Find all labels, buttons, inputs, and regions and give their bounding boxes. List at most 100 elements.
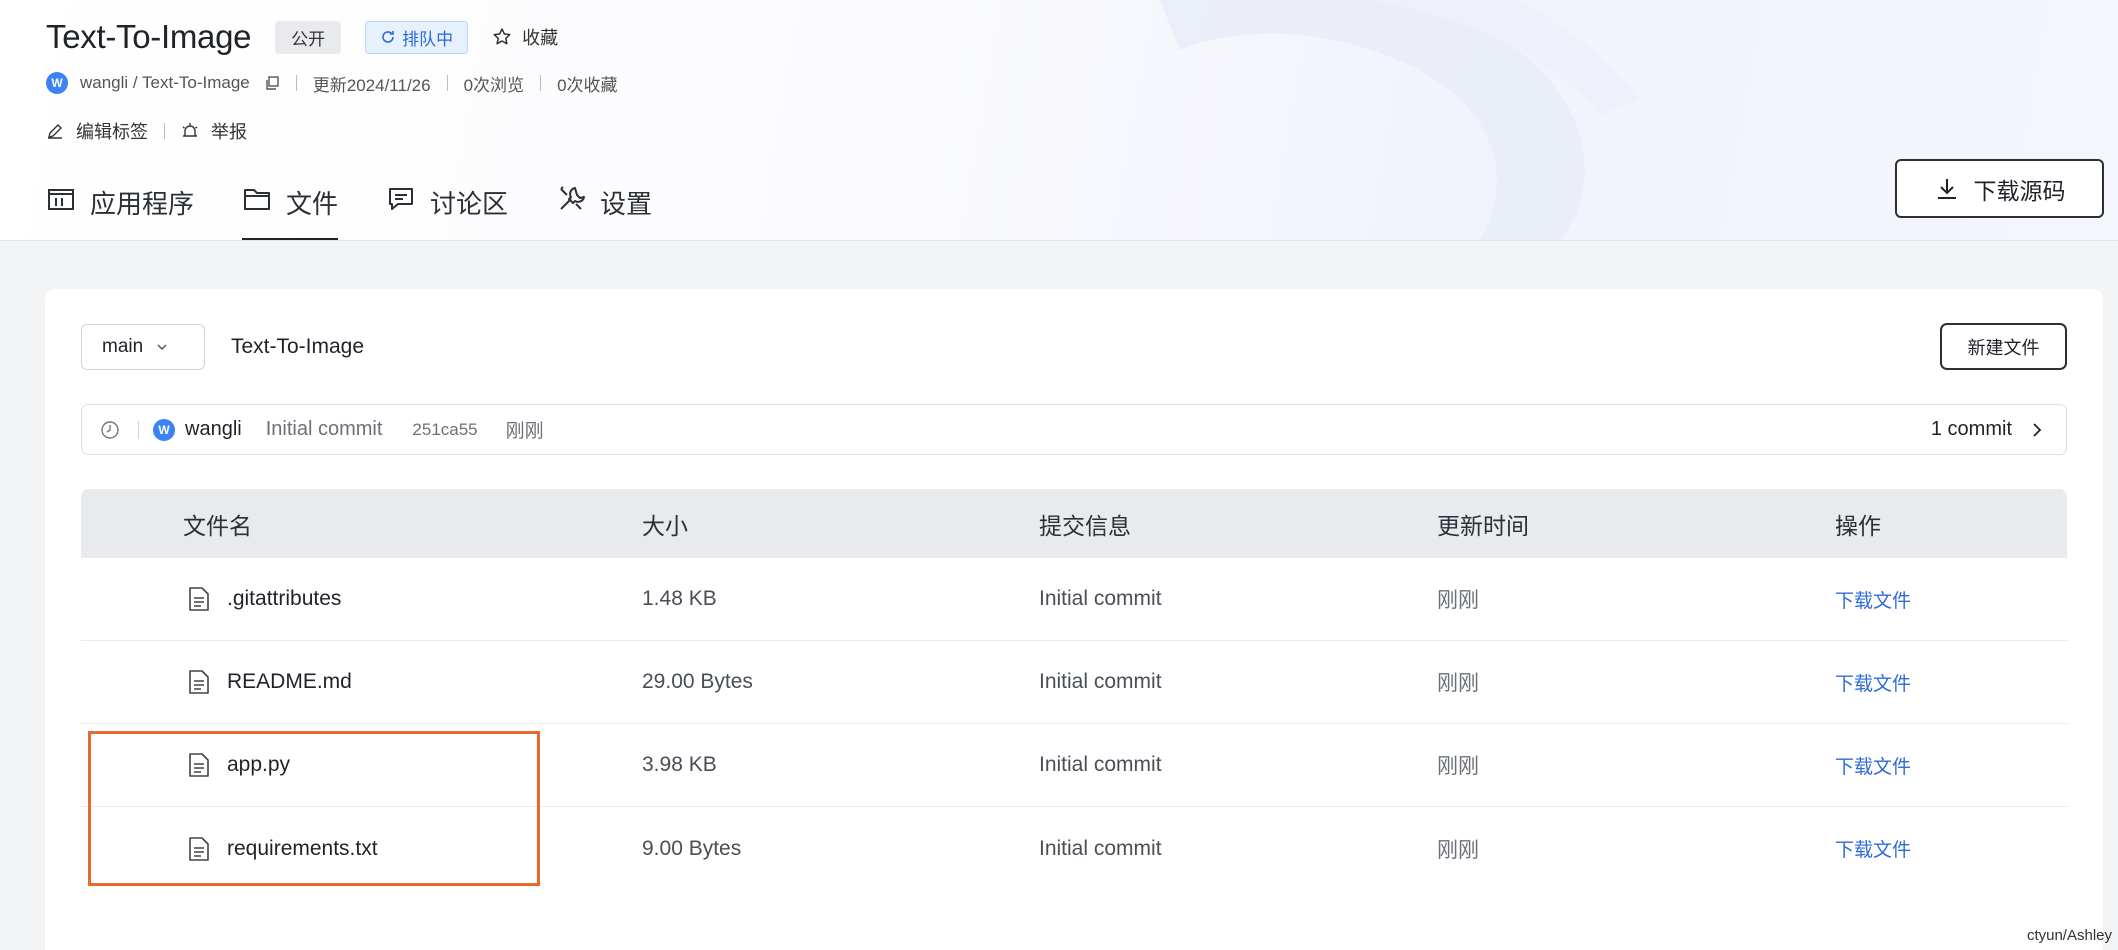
star-icon [493,28,511,45]
commit-time: 刚刚 [505,421,544,442]
file-size: 1.48 KB [642,587,717,610]
divider [446,75,448,91]
repo-tabs: 应用程序 文件 讨论区 设置 [46,182,700,240]
branch-name: main [102,336,144,357]
settings-icon [560,186,586,210]
edit-tags-button[interactable]: 编辑标签 [46,118,148,144]
column-header-message: 提交信息 [1039,512,1131,539]
download-source-label: 下载源码 [1973,177,2066,204]
commit-message: Initial commit [265,418,383,440]
breadcrumb[interactable]: Text-To-Image [231,335,364,359]
tab-files[interactable]: 文件 [242,182,339,240]
table-header: 文件名 大小 提交信息 更新时间 操作 [81,489,2067,558]
folder-icon [244,189,271,210]
latest-commit-bar: W wangli Initial commit 251ca55 刚刚 1 com… [81,404,2067,455]
file-name: app.py [227,753,291,776]
file-updated-time: 刚刚 [1437,589,1479,612]
favorite-button[interactable]: 收藏 [492,24,558,50]
commit-hash[interactable]: 251ca55 [412,420,477,440]
decorative-ribbon [1160,0,1640,240]
file-name: .gitattributes [227,587,342,610]
file-icon [189,587,209,611]
app-icon [48,189,74,210]
clock-icon [100,420,120,440]
files-panel: main Text-To-Image 新建文件 W wangli Initial… [45,289,2103,950]
tab-settings[interactable]: 设置 [556,182,653,240]
file-name-cell[interactable]: requirements.txt [81,836,642,862]
edit-icon [48,124,62,139]
file-size: 3.98 KB [642,753,717,776]
meta-row: W wangli / Text-To-Image 更新2024/11/26 0次… [46,70,618,96]
download-file-link[interactable]: 下载文件 [1835,757,1911,778]
download-file-link[interactable]: 下载文件 [1835,674,1911,695]
visibility-badge: 公开 [275,20,342,54]
divider [138,420,139,439]
chat-icon [389,188,414,210]
title-row: Text-To-Image 公开 排队中 收藏 [46,16,558,58]
view-count: 0次浏览 [463,75,525,95]
file-icon [189,836,209,861]
edit-tags-label: 编辑标签 [76,122,148,142]
file-icon [189,753,209,777]
file-commit-message: Initial commit [1039,670,1162,693]
refresh-icon [382,31,394,43]
file-commit-message: Initial commit [1039,587,1162,610]
commit-avatar: W [153,418,175,441]
favorite-label: 收藏 [522,28,559,48]
file-name: README.md [227,670,352,693]
status-badge-label: 排队中 [402,29,454,49]
commit-author[interactable]: wangli [185,418,242,441]
commit-count-link[interactable]: 1 commit [1931,418,2044,441]
tab-files-label: 文件 [286,189,339,219]
divider [540,75,542,91]
table-row: .gitattributes 1.48 KB Initial commit 刚刚… [81,558,2067,641]
branch-select[interactable]: main [81,324,205,370]
file-commit-message: Initial commit [1039,753,1162,776]
divider [295,75,297,91]
column-header-action: 操作 [1835,512,1881,539]
column-header-time: 更新时间 [1437,512,1529,539]
file-name-cell[interactable]: README.md [81,669,642,695]
chevron-down-icon [157,344,167,351]
commit-count: 1 commit [1930,418,2012,440]
table-row: README.md 29.00 Bytes Initial commit 刚刚 … [81,641,2067,724]
file-table: 文件名 大小 提交信息 更新时间 操作 .gitattributes 1.48 … [81,489,2067,890]
avatar: W [46,72,68,94]
repo-path[interactable]: wangli / Text-To-Image [80,73,250,93]
file-size: 9.00 Bytes [642,836,742,860]
copy-icon[interactable] [264,75,280,91]
file-size: 29.00 Bytes [642,670,753,693]
tab-discussion[interactable]: 讨论区 [386,182,509,240]
chevron-right-icon [2033,422,2042,437]
tab-settings-label: 设置 [600,189,653,219]
repo-header: Text-To-Image 公开 排队中 收藏 W wangli / Text-… [0,0,2118,241]
table-row: requirements.txt 9.00 Bytes Initial comm… [81,807,2067,890]
file-updated-time: 刚刚 [1437,755,1479,778]
report-button[interactable]: 举报 [181,118,247,144]
file-name-cell[interactable]: app.py [81,752,642,778]
alarm-icon [182,123,198,137]
file-updated-time: 刚刚 [1437,672,1479,695]
report-label: 举报 [211,122,247,142]
updated-date: 更新2024/11/26 [312,75,431,95]
download-file-link[interactable]: 下载文件 [1835,591,1911,612]
download-source-button[interactable]: 下载源码 [1895,159,2104,218]
file-commit-message: Initial commit [1039,836,1162,860]
file-icon [189,670,209,694]
column-header-size: 大小 [642,512,688,539]
file-updated-time: 刚刚 [1437,838,1479,862]
favorite-count: 0次收藏 [557,75,618,95]
actions-row: 编辑标签 举报 [46,118,247,144]
new-file-button[interactable]: 新建文件 [1940,323,2067,370]
status-badge: 排队中 [365,20,469,54]
tab-discussion-label: 讨论区 [430,189,509,219]
divider [164,123,165,139]
tab-app-label: 应用程序 [90,189,195,219]
file-name: requirements.txt [227,836,378,860]
download-file-link[interactable]: 下载文件 [1835,840,1911,861]
tab-app[interactable]: 应用程序 [46,182,195,240]
file-name-cell[interactable]: .gitattributes [81,586,642,612]
watermark: ctyun/Ashley [2026,927,2112,944]
download-icon [1937,178,1956,199]
table-row: app.py 3.98 KB Initial commit 刚刚 下载文件 [81,724,2067,807]
